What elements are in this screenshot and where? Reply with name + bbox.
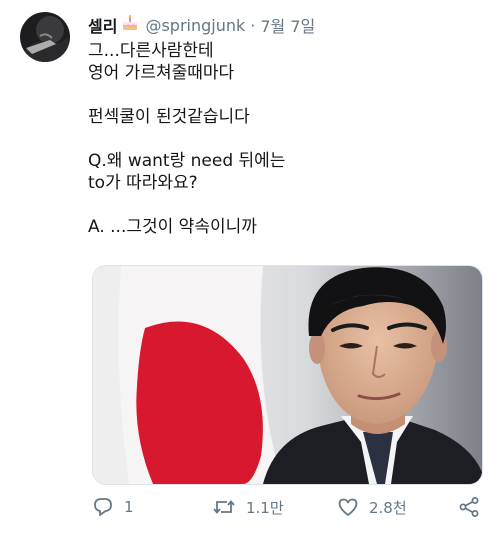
tweet-date[interactable]: 7월 7일 bbox=[260, 13, 315, 37]
tweet-photo[interactable] bbox=[92, 265, 483, 485]
tweet-text-line: to가 따라와요? bbox=[88, 173, 198, 193]
reply-count: 1 bbox=[124, 498, 134, 516]
tweet-card[interactable]: 셀리 @springjunk · 7월 7일 그...다른사람한테 영어 가르쳐… bbox=[0, 0, 500, 535]
author-name[interactable]: 셀리 bbox=[88, 13, 117, 37]
tweet-text-line bbox=[88, 128, 478, 150]
tweet-actions: 1 1.1만 2.8천 bbox=[92, 492, 487, 522]
tweet-header: 셀리 @springjunk · 7월 7일 bbox=[88, 14, 315, 36]
tweet-text-line bbox=[88, 84, 478, 106]
tweet-text-line: 펀섹쿨이 된것같습니다 bbox=[88, 107, 250, 127]
tweet-text-line: 영어 가르쳐줄때마다 bbox=[88, 63, 235, 83]
retweet-icon bbox=[212, 496, 236, 518]
tweet-text-line: 그...다른사람한테 bbox=[88, 41, 214, 61]
tweet-text-line: A. ...그것이 약속이니까 bbox=[88, 217, 257, 237]
like-count: 2.8천 bbox=[369, 498, 407, 517]
retweet-button[interactable]: 1.1만 bbox=[212, 492, 284, 522]
separator-dot: · bbox=[250, 15, 256, 35]
author-handle[interactable]: @springjunk bbox=[145, 16, 245, 35]
tweet-text: 그...다른사람한테 영어 가르쳐줄때마다 펀섹쿨이 된것같습니다 Q.왜 wa… bbox=[88, 40, 478, 238]
reply-button[interactable]: 1 bbox=[92, 492, 134, 522]
share-button[interactable] bbox=[458, 492, 480, 522]
tweet-text-line bbox=[88, 194, 478, 216]
like-button[interactable]: 2.8천 bbox=[337, 492, 407, 522]
like-icon bbox=[337, 496, 359, 518]
tweet-text-line: Q.왜 want랑 need 뒤에는 bbox=[88, 151, 286, 171]
cake-emoji-icon bbox=[121, 14, 139, 36]
reply-icon bbox=[92, 496, 114, 518]
retweet-count: 1.1만 bbox=[246, 498, 284, 517]
share-icon bbox=[458, 496, 480, 518]
avatar[interactable] bbox=[20, 12, 70, 62]
